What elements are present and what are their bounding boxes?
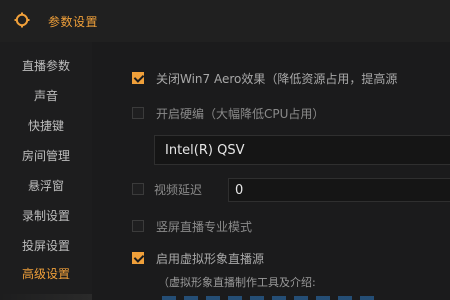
sidebar-item-label: 房间管理 [21, 148, 70, 163]
sidebar-item-advanced[interactable]: 高级设置 [0, 258, 92, 288]
vertical-mode-checkbox[interactable] [132, 220, 144, 232]
sidebar-item-room-management[interactable]: 房间管理 [0, 140, 92, 170]
virtual-source-option[interactable]: 启用虚拟形象直播源 [132, 248, 264, 268]
sidebar-item-label: 声音 [33, 88, 58, 103]
video-delay-option[interactable]: 视频延迟 [132, 179, 202, 199]
aero-option[interactable]: 关闭Win7 Aero效果（降低资源占用，提高源 [132, 68, 397, 88]
virtual-source-description: （虚拟形象直播制作工具及介绍: [158, 276, 316, 289]
aero-checkbox[interactable] [132, 72, 144, 84]
sidebar-item-label: 录制设置 [21, 208, 70, 223]
video-delay-input[interactable]: 0 [228, 178, 450, 202]
sidebar-item-floating-window[interactable]: 悬浮窗 [0, 170, 92, 200]
encoder-select[interactable]: Intel(R) QSV [154, 135, 450, 165]
vertical-mode-option[interactable]: 竖屏直播专业模式 [132, 216, 252, 236]
virtual-source-label: 启用虚拟形象直播源 [156, 251, 265, 266]
advanced-settings-panel: 关闭Win7 Aero效果（降低资源占用，提高源 开启硬编（大幅降低CPU占用）… [92, 42, 450, 300]
vertical-mode-label: 竖屏直播专业模式 [156, 219, 253, 234]
sidebar-item-sound[interactable]: 声音 [0, 80, 92, 110]
title-bar: 参数设置 [0, 0, 450, 42]
hw-encode-label: 开启硬编（大幅降低CPU占用） [156, 106, 325, 121]
sidebar-item-recording[interactable]: 录制设置 [0, 200, 92, 230]
video-delay-label: 视频延迟 [154, 182, 203, 197]
gear-icon [14, 12, 30, 28]
hw-encode-checkbox[interactable] [132, 107, 144, 119]
sidebar: 直播参数 声音 快捷键 房间管理 悬浮窗 录制设置 投屏设置 高级设置 [0, 42, 92, 300]
virtual-tools-link[interactable] [162, 296, 382, 300]
sidebar-item-label: 投屏设置 [21, 238, 70, 253]
sidebar-item-label: 悬浮窗 [27, 178, 64, 193]
sidebar-scroll-fade [0, 294, 92, 300]
encoder-select-value: Intel(R) QSV [165, 142, 245, 158]
sidebar-item-live-params[interactable]: 直播参数 [0, 50, 92, 80]
sidebar-item-label: 直播参数 [21, 58, 70, 73]
sidebar-item-label: 快捷键 [27, 118, 64, 133]
video-delay-value: 0 [235, 182, 244, 198]
hw-encode-option[interactable]: 开启硬编（大幅降低CPU占用） [132, 103, 324, 123]
sidebar-item-hotkeys[interactable]: 快捷键 [0, 110, 92, 140]
virtual-source-checkbox[interactable] [132, 252, 144, 264]
video-delay-checkbox[interactable] [132, 183, 144, 195]
window-title: 参数设置 [48, 15, 99, 29]
aero-label: 关闭Win7 Aero效果（降低资源占用，提高源 [156, 71, 398, 86]
sidebar-item-screen-cast[interactable]: 投屏设置 [0, 230, 92, 260]
sidebar-item-label: 高级设置 [21, 266, 70, 281]
